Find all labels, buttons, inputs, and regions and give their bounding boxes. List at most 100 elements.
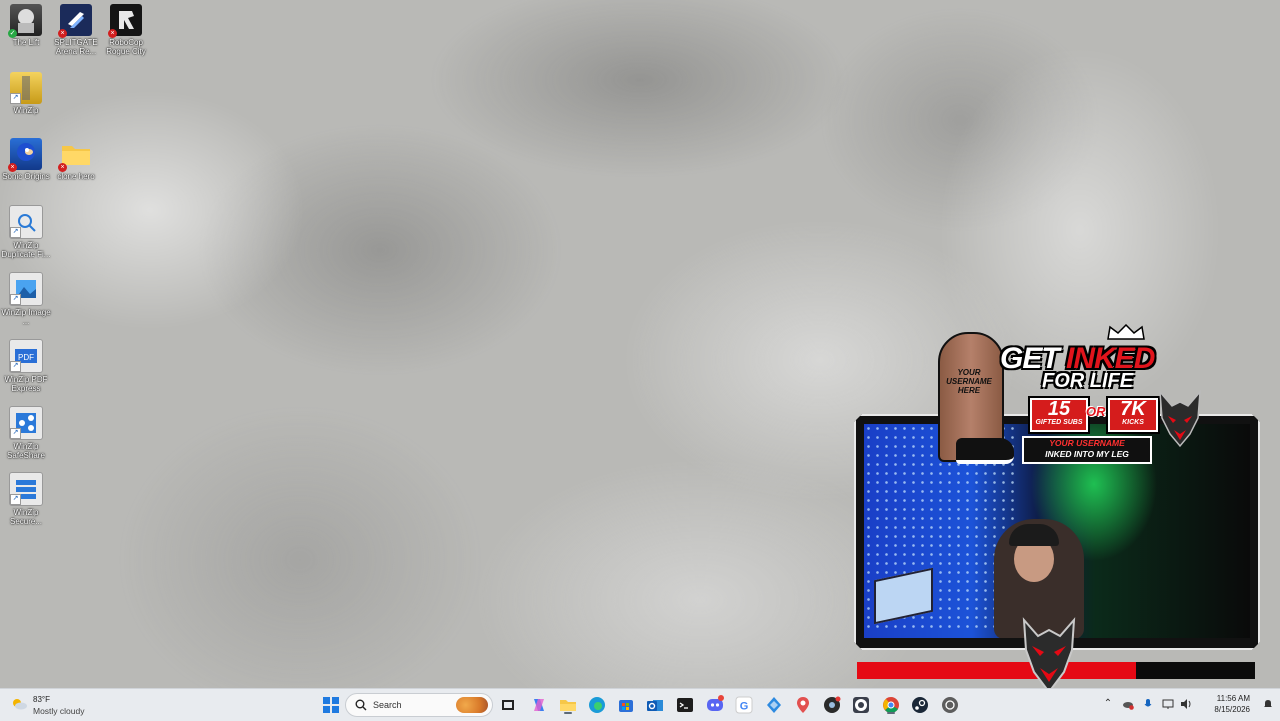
desktop-icon-the-lift[interactable]: ✓ The Lift	[0, 4, 52, 47]
network-icon[interactable]	[1162, 698, 1174, 710]
promo-banner-line2: INKED INTO MY LEG	[1045, 449, 1129, 459]
winzip-pdf-icon: PDF ↗	[9, 339, 43, 373]
winzip-safeshare-icon: ↗	[9, 406, 43, 440]
desktop-icon-label: WinZip Image ...	[1, 308, 51, 326]
file-explorer-icon[interactable]	[558, 695, 578, 715]
desktop-icon-label: WinZip Secure...	[9, 508, 42, 526]
notification-icon[interactable]	[1262, 698, 1274, 710]
system-clock[interactable]: 11:56 AM 8/15/2026	[1214, 693, 1250, 715]
discord-icon[interactable]	[705, 695, 725, 715]
shortcut-arrow-icon: ↗	[10, 428, 21, 439]
weather-temp: 83°F	[33, 695, 50, 704]
desktop-icon-winzip-duplicate[interactable]: ↗ WinZip Duplicate Fi...	[0, 205, 52, 259]
shortcut-arrow-icon: ↗	[10, 93, 21, 104]
error-icon: ×	[58, 29, 67, 38]
windows-start-icon[interactable]	[321, 695, 341, 715]
steam-icon[interactable]	[910, 695, 930, 715]
desktop-icon-label: WinZip	[13, 106, 39, 115]
folder-icon: ×	[58, 138, 92, 172]
steam-alt-icon[interactable]	[940, 695, 960, 715]
running-indicator	[564, 712, 572, 714]
desktop-icon-label: WinZip SafeShare	[7, 442, 45, 460]
outlook-icon[interactable]	[645, 695, 665, 715]
desktop-icon-winzip-pdf[interactable]: PDF ↗ WinZip PDF Express	[0, 339, 52, 393]
app-diamond-icon[interactable]	[764, 695, 784, 715]
desktop-icon-splitgate[interactable]: × SPLITGATE Arena Re...	[50, 4, 102, 56]
maps-pin-icon[interactable]	[793, 695, 813, 715]
terminal-icon[interactable]	[675, 695, 695, 715]
desktop-icon-winzip-image[interactable]: ↗ WinZip Image ...	[0, 272, 52, 326]
sneaker	[956, 438, 1014, 464]
error-icon: ×	[8, 163, 17, 172]
taskbar-search[interactable]: Search	[345, 693, 493, 717]
kicks-count: 7K	[1120, 398, 1146, 420]
app-dark-circle-icon[interactable]	[822, 695, 842, 715]
desktop-icon-robocop[interactable]: × RoboCop Rogue City	[100, 4, 152, 56]
promo-banner-line1: YOUR USERNAME	[1049, 438, 1125, 448]
desktop-icon-label: The Lift	[12, 38, 40, 47]
kicks-label: KICKS	[1122, 419, 1144, 426]
onedrive-icon[interactable]	[1122, 698, 1134, 710]
stream-overlay: YOUR USERNAME HERE GET INKED FOR LIFE 15…	[850, 320, 1270, 700]
winzip-duplicate-icon: ↗	[9, 205, 43, 239]
game-robocop-icon: ×	[108, 4, 142, 38]
error-icon: ×	[58, 163, 67, 172]
shortcut-arrow-icon: ↗	[10, 227, 21, 238]
search-placeholder: Search	[373, 700, 402, 710]
desktop-icon-winzip[interactable]: ↗ WinZip	[0, 72, 52, 115]
gifted-subs-box: 15 GIFTED SUBS	[1030, 398, 1088, 432]
wolf-head-icon	[1159, 390, 1201, 448]
desktop-icon-label: RoboCop Rogue City	[106, 38, 146, 56]
promo-subtitle: FOR LIFE	[1042, 370, 1134, 392]
gifted-subs-label: GIFTED SUBS	[1035, 419, 1083, 426]
taskbar: 83°F Mostly cloudy Search G ⌃ 11:56 AM 8…	[0, 688, 1280, 721]
clock-date: 8/15/2026	[1214, 705, 1250, 714]
desktop-icon-winzip-secure[interactable]: ↗ WinZip Secure...	[0, 472, 52, 526]
desktop-icon-label: clone hero	[57, 172, 95, 181]
chrome-icon[interactable]	[881, 695, 901, 715]
running-indicator	[887, 712, 895, 714]
shortcut-arrow-icon: ↗	[10, 361, 21, 372]
wolf-logo-icon	[1018, 616, 1080, 696]
desktop-icon-sonic-origins[interactable]: × Sonic Origins	[0, 138, 52, 181]
winzip-icon: ↗	[10, 72, 42, 104]
obs-studio-icon[interactable]	[851, 695, 871, 715]
search-highlight-art	[456, 697, 488, 713]
desktop-icon-label: Sonic Origins	[2, 172, 50, 181]
crown-icon	[1107, 324, 1145, 340]
promo-or: OR	[1086, 404, 1106, 419]
task-view-icon[interactable]	[498, 695, 518, 715]
partly-cloudy-icon	[13, 699, 27, 710]
winzip-secure-icon: ↗	[9, 472, 43, 506]
volume-icon[interactable]	[1180, 698, 1192, 710]
game-sonic-icon: ×	[8, 138, 42, 172]
desktop-icon-winzip-safeshare[interactable]: ↗ WinZip SafeShare	[0, 406, 52, 460]
desktop-icon-label: WinZip PDF Express	[4, 375, 48, 393]
microphone-icon[interactable]	[1142, 698, 1154, 710]
get-inked-promo: YOUR USERNAME HERE GET INKED FOR LIFE 15…	[912, 320, 1202, 465]
edge-browser-icon[interactable]	[587, 695, 607, 715]
shortcut-arrow-icon: ↗	[10, 494, 21, 505]
game-splitgate-icon: ×	[58, 4, 92, 38]
gifted-subs-count: 15	[1047, 398, 1071, 420]
system-tray: ⌃ 11:56 AM 8/15/2026	[1100, 689, 1280, 721]
desktop-icon-clone-hero[interactable]: × clone hero	[50, 138, 102, 181]
svg-text:G: G	[740, 701, 749, 713]
promo-banner: YOUR USERNAME INKED INTO MY LEG	[1022, 436, 1152, 464]
chevron-up-icon[interactable]: ⌃	[1102, 698, 1114, 710]
sub-goal-progress-fill	[857, 662, 1136, 679]
kicks-box: 7K KICKS	[1108, 398, 1158, 432]
sync-ok-icon: ✓	[8, 29, 17, 38]
weather-condition: Mostly cloudy	[33, 706, 85, 716]
microsoft-store-icon[interactable]	[616, 695, 636, 715]
streamer-cap	[1009, 524, 1059, 546]
error-icon: ×	[108, 29, 117, 38]
leg-tattoo-text: YOUR USERNAME HERE	[946, 368, 992, 395]
desktop-icon-label: WinZip Duplicate Fi...	[1, 241, 51, 259]
google-icon[interactable]: G	[734, 695, 754, 715]
shortcut-arrow-icon: ↗	[10, 294, 21, 305]
copilot-icon[interactable]	[529, 695, 549, 715]
winzip-image-icon: ↗	[9, 272, 43, 306]
search-icon	[355, 699, 367, 711]
clock-time: 11:56 AM	[1216, 694, 1250, 703]
